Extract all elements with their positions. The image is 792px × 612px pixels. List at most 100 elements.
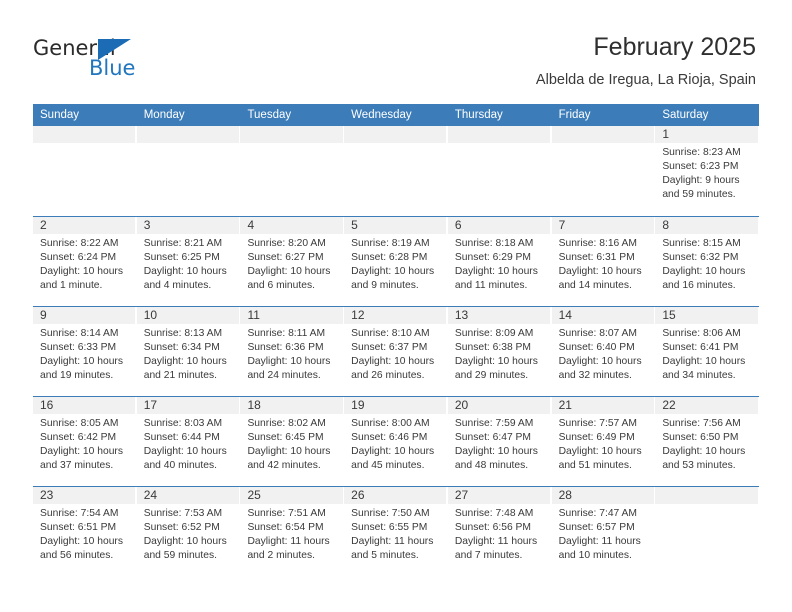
day-info-line: and 59 minutes. [143,550,217,561]
day-cell-24[interactable]: 24 Sunrise: 7:53 AM Sunset: 6:52 PM Dayligh… [136,487,241,576]
day-info-line: Sunset: 6:36 PM [247,342,324,353]
day-sun-info: Sunrise: 8:23 AM Sunset: 6:23 PM Daylight:… [655,143,759,202]
day-number-band: 28 [551,487,654,504]
day-number: 27 [454,488,469,502]
day-cell-27[interactable]: 27 Sunrise: 7:48 AM Sunset: 6:56 PM Dayligh… [447,487,552,576]
day-cell-15[interactable]: 15 Sunrise: 8:06 AM Sunset: 6:41 PM Dayligh… [655,307,760,396]
day-info-line: Sunrise: 7:56 AM [662,418,741,429]
day-cell-22[interactable]: 22 Sunrise: 7:56 AM Sunset: 6:50 PM Dayligh… [655,397,760,486]
day-number: 7 [558,218,566,232]
day-info-line: Daylight: 10 hours [558,356,642,367]
day-info-line: Daylight: 10 hours [662,446,746,457]
day-cell-11[interactable]: 11 Sunrise: 8:11 AM Sunset: 6:36 PM Dayligh… [240,307,345,396]
day-info-line: Sunrise: 8:07 AM [558,328,638,339]
day-number-band: 13 [447,307,551,324]
day-number: 9 [40,308,47,322]
day-info-line: and 2 minutes. [247,550,315,561]
day-info-line: Sunset: 6:51 PM [40,522,117,533]
day-number-band: 27 [447,487,551,504]
day-info-line: Sunrise: 8:15 AM [662,238,741,249]
weekday-header-saturday: Saturday [662,109,709,121]
page-header: General Blue February 2025 Albelda de Ir… [0,0,792,104]
day-number-band: 18 [240,397,343,414]
day-number-band: 19 [344,397,447,414]
day-cell-17[interactable]: 17 Sunrise: 8:03 AM Sunset: 6:44 PM Dayligh… [136,397,241,486]
day-info-line: Daylight: 10 hours [351,356,435,367]
day-info-line: Daylight: 10 hours [40,266,123,277]
day-info-line: Daylight: 10 hours [40,446,123,457]
day-number: 22 [662,398,676,412]
day-sun-info: Sunrise: 7:57 AM Sunset: 6:49 PM Daylight:… [552,414,656,473]
day-sun-info: Sunrise: 8:18 AM Sunset: 6:29 PM Daylight:… [448,234,552,293]
day-cell-8[interactable]: 8 Sunrise: 8:15 AM Sunset: 6:32 PM Daylight… [655,217,760,306]
day-cell-empty [447,126,552,216]
day-sun-info: Sunrise: 7:54 AM Sunset: 6:51 PM Daylight:… [33,504,137,563]
day-cell-1[interactable]: 1 Sunrise: 8:23 AM Sunset: 6:23 PM Daylight… [655,126,760,216]
day-info-line: Daylight: 10 hours [662,356,746,367]
day-info-line: Daylight: 10 hours [454,356,538,367]
day-info-line: and 59 minutes. [662,189,736,200]
day-info-line: and 4 minutes. [143,280,212,291]
day-info-line: Sunrise: 7:54 AM [40,508,119,519]
day-cell-6[interactable]: 6 Sunrise: 8:18 AM Sunset: 6:29 PM Daylight… [447,217,552,306]
day-number: 10 [143,308,158,322]
day-cell-26[interactable]: 26 Sunrise: 7:50 AM Sunset: 6:55 PM Dayligh… [344,487,448,576]
day-cell-23[interactable]: 23 Sunrise: 7:54 AM Sunset: 6:51 PM Dayligh… [33,487,137,576]
day-cell-28[interactable]: 28 Sunrise: 7:47 AM Sunset: 6:57 PM Dayligh… [551,487,656,576]
day-sun-info: Sunrise: 8:20 AM Sunset: 6:27 PM Daylight:… [240,234,344,293]
day-number: 6 [454,218,462,232]
day-cell-9[interactable]: 9 Sunrise: 8:14 AM Sunset: 6:33 PM Daylight… [33,307,137,396]
day-info-line: Daylight: 10 hours [454,266,538,277]
day-info-line: Sunrise: 7:57 AM [558,418,638,429]
day-sun-info: Sunrise: 7:47 AM Sunset: 6:57 PM Daylight:… [552,504,656,563]
day-info-line: Daylight: 10 hours [454,446,538,457]
day-cell-19[interactable]: 19 Sunrise: 8:00 AM Sunset: 6:46 PM Dayligh… [344,397,448,486]
day-info-line: Daylight: 10 hours [40,356,123,367]
day-number-band: 14 [551,307,654,324]
day-cell-14[interactable]: 14 Sunrise: 8:07 AM Sunset: 6:40 PM Dayligh… [551,307,656,396]
day-info-line: Sunrise: 8:00 AM [351,418,430,429]
day-sun-info: Sunrise: 8:21 AM Sunset: 6:25 PM Daylight:… [137,234,241,293]
week-row: 9 Sunrise: 8:14 AM Sunset: 6:33 PM Daylight… [33,306,760,396]
day-number-band [344,126,447,143]
day-number: 25 [247,488,261,502]
day-cell-7[interactable]: 7 Sunrise: 8:16 AM Sunset: 6:31 PM Daylight… [551,217,656,306]
day-info-line: Daylight: 11 hours [351,536,434,547]
day-cell-20[interactable]: 20 Sunrise: 7:59 AM Sunset: 6:47 PM Dayligh… [447,397,552,486]
day-cell-10[interactable]: 10 Sunrise: 8:13 AM Sunset: 6:34 PM Dayligh… [136,307,241,396]
day-number: 16 [40,398,54,412]
day-number-band [655,487,758,504]
day-info-line: and 32 minutes. [558,370,632,381]
day-info-line: Sunset: 6:27 PM [247,252,324,263]
general-blue-logo[interactable]: General Blue [33,36,173,84]
day-cell-13[interactable]: 13 Sunrise: 8:09 AM Sunset: 6:38 PM Dayligh… [447,307,552,396]
day-info-line: Daylight: 11 hours [454,536,538,547]
day-cell-18[interactable]: 18 Sunrise: 8:02 AM Sunset: 6:45 PM Dayligh… [240,397,345,486]
day-cell-5[interactable]: 5 Sunrise: 8:19 AM Sunset: 6:28 PM Daylight… [344,217,448,306]
day-sun-info: Sunrise: 8:13 AM Sunset: 6:34 PM Daylight:… [137,324,241,383]
day-cell-12[interactable]: 12 Sunrise: 8:10 AM Sunset: 6:37 PM Dayligh… [344,307,448,396]
day-cell-3[interactable]: 3 Sunrise: 8:21 AM Sunset: 6:25 PM Daylight… [136,217,241,306]
day-info-line: Daylight: 10 hours [351,446,435,457]
day-info-line: and 1 minute. [40,280,103,291]
day-info-line: and 51 minutes. [558,460,632,471]
day-cell-16[interactable]: 16 Sunrise: 8:05 AM Sunset: 6:42 PM Dayligh… [33,397,137,486]
day-info-line: and 42 minutes. [247,460,321,471]
day-cell-25[interactable]: 25 Sunrise: 7:51 AM Sunset: 6:54 PM Dayligh… [240,487,345,576]
weekday-header-sunday: Sunday [40,109,80,121]
day-number: 4 [247,218,255,232]
day-cell-empty [655,487,760,576]
day-info-line: Sunset: 6:54 PM [247,522,324,533]
day-info-line: and 34 minutes. [662,370,736,381]
day-cell-4[interactable]: 4 Sunrise: 8:20 AM Sunset: 6:27 PM Daylight… [240,217,345,306]
day-number-band [551,126,654,143]
day-info-line: Sunset: 6:28 PM [351,252,428,263]
day-cell-21[interactable]: 21 Sunrise: 7:57 AM Sunset: 6:49 PM Dayligh… [551,397,656,486]
day-cell-2[interactable]: 2 Sunrise: 8:22 AM Sunset: 6:24 PM Daylight… [33,217,137,306]
day-number-band: 12 [344,307,447,324]
day-info-line: and 26 minutes. [351,370,425,381]
day-info-line: Sunrise: 8:03 AM [143,418,223,429]
day-info-line: Sunset: 6:46 PM [351,432,428,443]
day-number: 1 [662,127,669,141]
day-sun-info [344,143,448,146]
